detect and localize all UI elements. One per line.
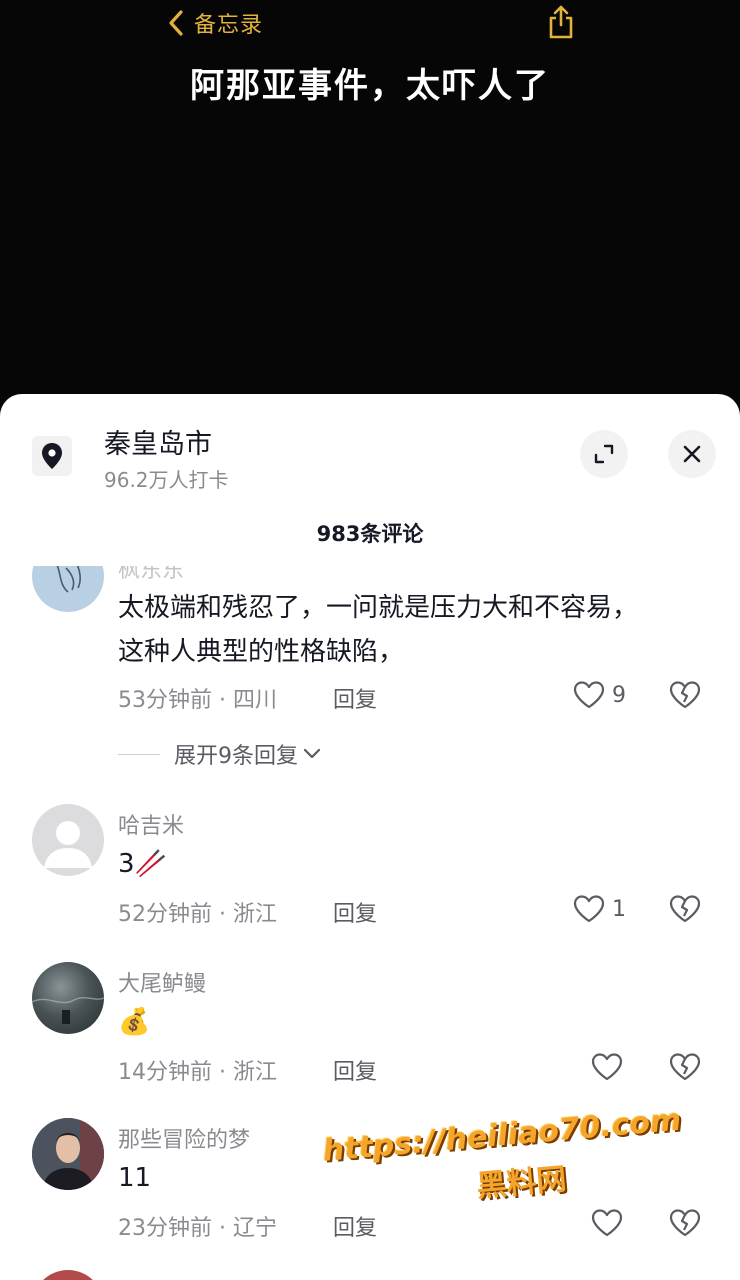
person-avatar-image: [32, 1118, 104, 1190]
comment-time-location: 23分钟前 · 辽宁: [118, 1216, 277, 1241]
close-icon: [683, 445, 701, 463]
share-icon[interactable]: [545, 4, 577, 40]
comment-text: 💰: [118, 1007, 151, 1037]
broken-heart-icon[interactable]: [668, 680, 702, 710]
back-label: 备忘录: [194, 13, 264, 38]
comment-count: 983条评论: [316, 522, 424, 546]
comment-username[interactable]: 那些冒险的梦: [118, 1122, 250, 1154]
comment-username[interactable]: 哈吉米: [118, 808, 184, 840]
like-button[interactable]: [590, 1052, 630, 1082]
broken-heart-icon[interactable]: [668, 1052, 702, 1082]
avatar[interactable]: [32, 566, 104, 612]
avatar[interactable]: [32, 1270, 104, 1280]
reply-button[interactable]: 回复: [333, 1054, 377, 1086]
comment-list[interactable]: 枫东东 太极端和残忍了，一问就是压力大和不容易， 这种人典型的性格缺陷， 53分…: [0, 566, 740, 1280]
back-button[interactable]: 备忘录: [166, 6, 263, 40]
location-name[interactable]: 秦皇岛市: [104, 422, 212, 461]
expand-replies-label: 展开9条回复: [174, 744, 298, 769]
location-icon-box[interactable]: [32, 436, 72, 476]
expand-button[interactable]: [580, 430, 628, 478]
comment-text: 太极端和残忍了，一问就是压力大和不容易，: [118, 593, 639, 623]
expand-replies-button[interactable]: 展开9条回复: [118, 738, 322, 770]
comment-text: 3🥢: [118, 849, 167, 879]
comments-sheet: 秦皇岛市 96.2万人打卡 983条评论 枫东东 太极端和残忍了，一问就是压力大…: [0, 394, 740, 1280]
broken-heart-icon[interactable]: [668, 1208, 702, 1238]
avatar[interactable]: [32, 804, 104, 876]
reply-button[interactable]: 回复: [333, 682, 377, 714]
default-avatar-icon: [44, 821, 92, 868]
comment-time-location: 14分钟前 · 浙江: [118, 1060, 277, 1085]
location-checkins: 96.2万人打卡: [104, 468, 229, 492]
landscape-avatar-image: [32, 997, 104, 1024]
heart-icon: [573, 681, 605, 709]
reply-button[interactable]: 回复: [333, 896, 377, 928]
comment-username[interactable]: 枫东东: [118, 566, 184, 584]
like-count: 1: [612, 896, 626, 922]
heart-icon: [591, 1053, 623, 1081]
comment-text: 这种人典型的性格缺陷，: [118, 637, 405, 667]
location-pin-icon: [42, 443, 62, 469]
like-button[interactable]: 9: [572, 680, 626, 710]
comment-text: 11: [118, 1163, 152, 1193]
heart-icon: [573, 895, 605, 923]
avatar[interactable]: [32, 962, 104, 1034]
video-title: 阿那亚事件，太吓人了: [190, 66, 550, 106]
sketch-avatar-image: [56, 566, 81, 593]
broken-heart-icon[interactable]: [668, 894, 702, 924]
close-button[interactable]: [668, 430, 716, 478]
divider-line: [118, 753, 160, 755]
like-button[interactable]: [590, 1208, 630, 1238]
like-count: 9: [612, 682, 626, 708]
comment-time-location: 52分钟前 · 浙江: [118, 902, 277, 927]
avatar[interactable]: [32, 1118, 104, 1190]
heart-icon: [591, 1209, 623, 1237]
like-button[interactable]: 1: [572, 894, 626, 924]
expand-icon: [594, 444, 614, 464]
video-area[interactable]: 备忘录 阿那亚事件，太吓人了: [0, 0, 740, 420]
chevron-left-icon: [169, 10, 183, 36]
reply-button[interactable]: 回复: [333, 1210, 377, 1242]
chevron-down-icon: [303, 748, 321, 759]
comment-username[interactable]: 大尾鲈鳗: [118, 966, 206, 998]
comment-time-location: 53分钟前 · 四川: [118, 688, 277, 713]
